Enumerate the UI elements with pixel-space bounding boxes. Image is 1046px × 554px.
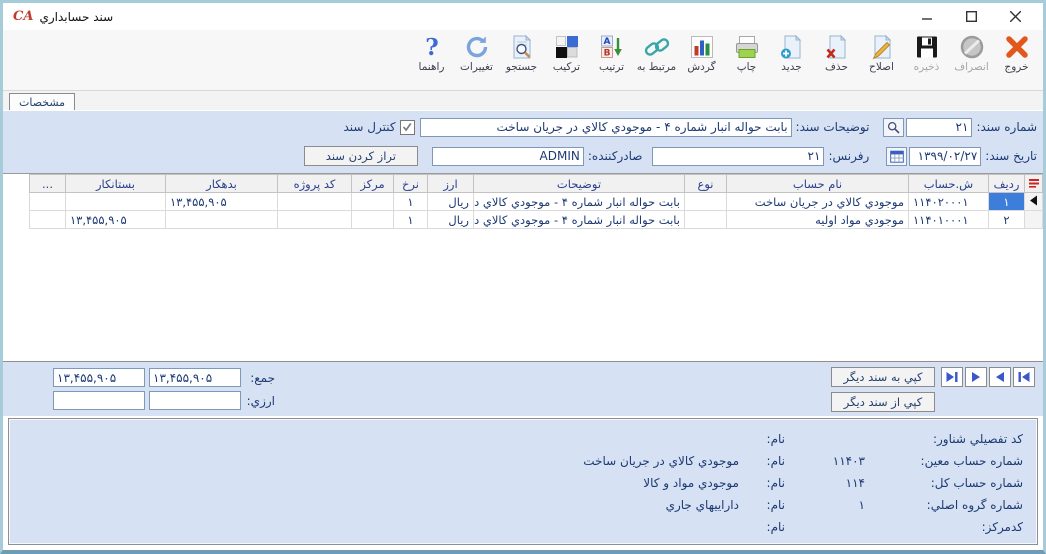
nav-prev-button[interactable] <box>989 367 1011 387</box>
sum-label: جمع: <box>250 370 275 385</box>
save-floppy-icon <box>913 33 941 61</box>
col-header-type[interactable]: نوع <box>684 174 727 193</box>
maximize-button[interactable] <box>949 4 993 30</box>
doc-number-label: شماره سند: <box>976 120 1037 134</box>
grid-header-row: رديف ش.حساب نام حساب نوع توضيحات ارز نرخ… <box>29 174 1043 193</box>
toolbar: ? راهنما تغييرات جستجو تركيب AB ترتيب مر… <box>3 30 1043 91</box>
new-button[interactable]: جديد <box>769 33 814 73</box>
col-header-center[interactable]: مركز <box>351 174 394 193</box>
doc-date-input[interactable] <box>909 146 982 166</box>
combine-button[interactable]: تركيب <box>544 33 589 73</box>
changes-button[interactable]: تغييرات <box>454 33 499 73</box>
delete-document-icon <box>823 33 851 61</box>
doc-desc-input[interactable] <box>419 117 792 137</box>
col-header-row[interactable]: رديف <box>988 174 1025 193</box>
control-document-label: كنترل سند <box>343 120 396 134</box>
account-details-panel: كد تفصيلي شناور: نام: شماره حساب معين: ۱… <box>8 418 1038 545</box>
entries-grid: رديف ش.حساب نام حساب نوع توضيحات ارز نرخ… <box>3 173 1043 361</box>
exit-button[interactable]: خروج <box>994 33 1039 73</box>
balance-document-button[interactable]: تراز كردن سند <box>303 146 418 166</box>
exit-x-icon <box>1003 33 1031 61</box>
detail-row-general-account: شماره حساب كل: ۱۱۴ نام: موجودي مواد و كا… <box>643 476 1023 490</box>
squares-icon <box>553 33 581 61</box>
doc-number-search-button[interactable] <box>883 117 905 137</box>
detail-row-subsidiary-account: شماره حساب معين: ۱۱۴۰۳ نام: موجودي كالاي… <box>583 454 1023 468</box>
col-header-account-name[interactable]: نام حساب <box>726 174 909 193</box>
calendar-button[interactable] <box>886 146 908 166</box>
table-row[interactable]: ۲ ۱۱۴۰۱۰۰۰۱ موجودي مواد اوليه بابت حواله… <box>29 210 1043 229</box>
col-header-credit[interactable]: بستانكار <box>65 174 166 193</box>
nav-last-button[interactable] <box>941 367 963 387</box>
accounting-document-window: CA سند حسابداري ? راهنما تغييرات جستجو ت… <box>0 0 1046 554</box>
delete-button[interactable]: حذف <box>814 33 859 73</box>
printer-icon <box>733 33 761 61</box>
currency-credit-field <box>53 391 145 410</box>
copy-to-document-button[interactable]: كپي به سند ديگر <box>831 367 935 387</box>
document-header-form: شماره سند: توضيحات سند: كنترل سند تاريخ … <box>3 110 1043 173</box>
doc-desc-label: توضيحات سند: <box>795 120 870 134</box>
col-header-more[interactable]: ... <box>29 174 66 193</box>
new-document-icon <box>778 33 806 61</box>
window-title: سند حسابداري <box>39 9 114 24</box>
reference-label: رفرنس: <box>828 149 870 163</box>
tab-specifications[interactable]: مشخصات <box>9 93 76 110</box>
col-header-project[interactable]: كد پروژه <box>277 174 352 193</box>
paperclip-link-icon <box>643 33 671 61</box>
col-header-account-no[interactable]: ش.حساب <box>908 174 989 193</box>
doc-number-input[interactable] <box>906 117 973 137</box>
sum-debit-field <box>149 368 241 387</box>
help-icon: ? <box>418 33 446 61</box>
svg-text:B: B <box>603 49 610 59</box>
col-header-currency[interactable]: ارز <box>427 174 474 193</box>
close-button[interactable] <box>993 4 1037 30</box>
sums-block: جمع: ارزي: <box>49 367 275 411</box>
control-document-checkbox[interactable] <box>399 119 415 135</box>
search-button[interactable]: جستجو <box>499 33 544 73</box>
detail-row-floating-code: كد تفصيلي شناور: نام: <box>766 432 1023 446</box>
col-header-rate[interactable]: نرخ <box>393 174 428 193</box>
edit-button[interactable]: اصلاح <box>859 33 904 73</box>
nav-next-button[interactable] <box>965 367 987 387</box>
detail-row-main-group: شماره گروه اصلي: ۱ نام: داراييهاي جاري <box>665 498 1023 512</box>
sort-button[interactable]: AB ترتيب <box>589 33 634 73</box>
refresh-icon <box>463 33 491 61</box>
related-button[interactable]: مرتبط به <box>634 33 679 73</box>
print-button[interactable]: چاپ <box>724 33 769 73</box>
issuer-label: صادركننده: <box>587 149 643 163</box>
col-header-description[interactable]: توضيحات <box>473 174 685 193</box>
title-bar: CA سند حسابداري <box>3 3 1043 30</box>
table-row[interactable]: ۱ ۱۱۴۰۲۰۰۰۱ موجودي كالاي در جريان ساخت ب… <box>29 192 1043 211</box>
issuer-input[interactable] <box>431 146 584 166</box>
currency-sum-label: ارزي: <box>246 393 275 408</box>
detail-row-center-code: كدمركز: نام: <box>766 520 1023 534</box>
app-logo-icon: CA <box>13 9 34 24</box>
save-button[interactable]: ذخيره <box>904 33 949 73</box>
edit-pencil-icon <box>868 33 896 61</box>
totals-panel: كپي به سند ديگر كپي از سند ديگر جمع: ارز… <box>3 361 1043 416</box>
current-row-indicator-icon <box>1024 192 1043 211</box>
sum-credit-field <box>53 368 145 387</box>
search-document-icon <box>508 33 536 61</box>
tab-strip: مشخصات <box>3 91 1043 110</box>
bar-chart-icon <box>688 33 716 61</box>
minimize-button[interactable] <box>905 4 949 30</box>
svg-text:?: ? <box>425 34 438 60</box>
cancel-button[interactable]: انصراف <box>949 33 994 73</box>
nav-first-button[interactable] <box>1013 367 1035 387</box>
help-button[interactable]: ? راهنما <box>409 33 454 73</box>
sort-ab-icon: AB <box>598 33 626 61</box>
reference-input[interactable] <box>652 146 825 166</box>
turnover-button[interactable]: گردش <box>679 33 724 73</box>
doc-date-label: تاريخ سند: <box>985 149 1037 163</box>
copy-from-document-button[interactable]: كپي از سند ديگر <box>831 392 935 412</box>
cancel-slash-icon <box>958 33 986 61</box>
col-header-debit[interactable]: بدهكار <box>165 174 278 193</box>
currency-debit-field <box>149 391 241 410</box>
svg-text:A: A <box>603 37 610 47</box>
row-selector-header[interactable] <box>1024 174 1043 193</box>
